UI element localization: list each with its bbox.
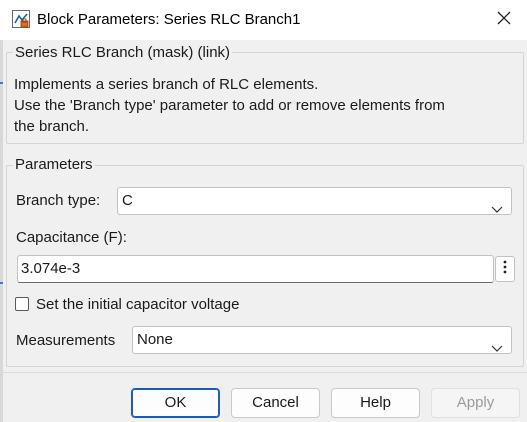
button-bar-separator [0,372,527,373]
capacitance-value: 3.074e-3 [21,260,81,277]
measurements-select[interactable]: None [132,326,512,354]
capacitance-label: Capacitance (F): [16,229,127,246]
ok-button[interactable]: OK [131,388,220,418]
description-line: Implements a series branch of RLC elemen… [14,76,319,93]
close-icon [497,11,511,30]
edge-marker [0,282,3,284]
close-button[interactable] [481,0,527,40]
description-group-legend: Series RLC Branch (mask) (link) [13,44,233,61]
branch-type-label: Branch type: [16,192,101,209]
help-button[interactable]: Help [331,388,420,418]
window-title: Block Parameters: Series RLC Branch1 [37,11,301,28]
dialog-window: Block Parameters: Series RLC Branch1 Ser… [0,0,527,422]
more-options-icon [503,260,507,279]
initial-voltage-checkbox[interactable] [15,297,29,311]
description-line: Use the 'Branch type' parameter to add o… [14,97,445,114]
apply-button[interactable]: Apply [431,388,520,418]
edge-marker [0,82,3,84]
simulink-block-icon [12,10,30,28]
capacitance-input[interactable]: 3.074e-3 [17,255,494,283]
parameters-group-legend: Parameters [13,156,95,173]
branch-type-select[interactable]: C [117,187,512,215]
title-bar: Block Parameters: Series RLC Branch1 [0,0,527,40]
cancel-button[interactable]: Cancel [231,388,320,418]
branch-type-value: C [122,192,133,209]
chevron-down-icon [491,336,503,352]
measurements-value: None [137,331,173,348]
initial-voltage-label: Set the initial capacitor voltage [36,296,240,313]
measurements-label: Measurements [16,332,116,349]
window-edge [0,0,3,422]
description-line: the branch. [14,118,90,135]
capacitance-options-button[interactable] [495,256,515,282]
chevron-down-icon [491,197,503,213]
